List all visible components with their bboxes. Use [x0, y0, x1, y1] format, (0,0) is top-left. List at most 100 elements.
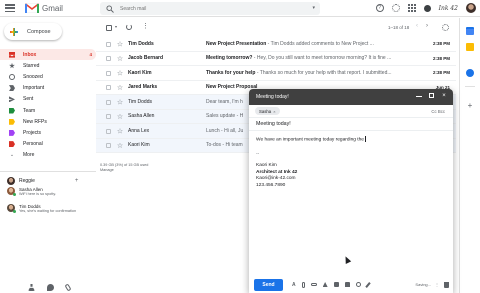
label-icon — [9, 141, 15, 148]
list-settings-gear-icon[interactable] — [442, 24, 449, 31]
table-row[interactable]: Tim Dodds New Project Presentation - Tim… — [96, 37, 456, 52]
avatar — [7, 176, 15, 185]
top-right-icons: ? Ink 42 — [375, 3, 476, 13]
discard-trash-icon[interactable] — [444, 282, 449, 288]
attach-icon[interactable] — [301, 281, 305, 288]
help-icon[interactable]: ? — [375, 4, 384, 12]
more-options-icon[interactable]: ⋮ — [142, 22, 149, 30]
row-checkbox[interactable] — [106, 56, 111, 61]
sidebar-item-snoozed[interactable]: Snoozed — [0, 71, 96, 82]
account-avatar[interactable] — [466, 3, 476, 13]
compose-header[interactable]: Meeting today! × — [249, 89, 453, 105]
sidebar-item-more[interactable]: ⌄ More — [0, 150, 96, 161]
sidebar-item-projects[interactable]: Projects — [0, 127, 96, 138]
compose-button[interactable]: Compose — [4, 23, 62, 40]
sidebar-item-label: New RFPs — [23, 118, 47, 125]
row-checkbox[interactable] — [106, 143, 111, 148]
star-icon[interactable] — [117, 99, 123, 105]
emoji-icon[interactable] — [355, 282, 361, 287]
sidebar-item-personal[interactable]: Personal — [0, 139, 96, 150]
star-icon[interactable] — [117, 85, 123, 91]
minimize-icon[interactable] — [416, 93, 422, 97]
text-cursor — [364, 136, 366, 142]
compose-window-controls: × — [416, 93, 447, 99]
notifications-icon[interactable] — [423, 4, 431, 12]
confidential-lock-icon[interactable] — [344, 282, 350, 287]
link-icon[interactable] — [310, 283, 317, 286]
tasks-icon[interactable] — [466, 69, 474, 77]
sidebar-item-new-rfps[interactable]: New RFPs — [0, 116, 96, 127]
compose-title: Meeting today! — [256, 94, 289, 100]
settings-gear-icon[interactable] — [391, 4, 400, 12]
sidebar-item-sent[interactable]: Sent — [0, 94, 96, 105]
phone-icon[interactable] — [64, 283, 72, 292]
sidebar-item-team[interactable]: Team — [0, 105, 96, 116]
chevron-right-icon[interactable]: › — [426, 23, 428, 29]
formatting-icon[interactable]: A — [292, 282, 296, 288]
hangouts-contact[interactable]: Sasha Allen WiFi here is so spotty. — [0, 187, 96, 203]
save-status: Saving... — [415, 282, 431, 287]
calendar-icon[interactable] — [466, 27, 474, 35]
subject-field[interactable]: Meeting today! — [249, 118, 453, 131]
signature-pen-icon[interactable] — [364, 281, 371, 288]
close-icon[interactable]: × — [441, 93, 447, 99]
sidebar-item-label: Projects — [23, 129, 42, 136]
chat-icon[interactable] — [47, 284, 54, 291]
email-subject: New Project Presentation — [206, 40, 267, 47]
add-contact-icon[interactable]: + — [75, 178, 79, 184]
search-bar[interactable]: ▾ — [100, 2, 320, 15]
email-snippet: - Tim Dodds added comments to New Projec… — [266, 40, 374, 47]
row-checkbox[interactable] — [106, 70, 111, 76]
chevron-left-icon[interactable]: ‹ — [416, 23, 418, 29]
table-row[interactable]: Jacob Bernard Meeting tomorrow? - Hey, D… — [96, 52, 456, 66]
remove-recipient-icon[interactable]: × — [273, 109, 275, 114]
manage-storage-link[interactable]: Manage — [100, 168, 148, 173]
refresh-icon[interactable] — [126, 24, 132, 30]
online-status-icon — [13, 193, 16, 196]
send-button[interactable]: Send — [254, 278, 283, 291]
search-icon[interactable] — [106, 4, 114, 13]
star-icon[interactable] — [117, 56, 123, 62]
row-checkbox[interactable] — [106, 85, 111, 90]
label-icon — [9, 129, 15, 136]
row-checkbox[interactable] — [106, 41, 111, 47]
star-icon[interactable] — [117, 70, 123, 76]
hangouts-contact[interactable]: Tim Dodds Yes, she's waiting for confirm… — [0, 204, 96, 220]
mouse-pointer-icon — [342, 255, 352, 264]
row-checkbox[interactable] — [106, 114, 111, 119]
add-addon-icon[interactable]: + — [466, 102, 474, 110]
table-row[interactable]: Kaori Kim Thanks for your help - Thanks … — [96, 66, 456, 81]
select-all-checkbox[interactable] — [106, 25, 112, 31]
more-options-icon[interactable]: ⋮ — [435, 282, 439, 287]
search-input[interactable] — [120, 5, 300, 12]
apps-grid-icon[interactable] — [407, 4, 416, 12]
recipient-chip[interactable]: Sasha × — [255, 107, 280, 115]
sidebar: Compose Inbox 4 Starred Snoozed Importan… — [0, 18, 96, 293]
person-icon[interactable] — [28, 284, 35, 291]
row-checkbox[interactable] — [106, 128, 111, 134]
star-icon[interactable] — [117, 114, 123, 120]
cc-bcc-link[interactable]: Cc Bcc — [431, 109, 445, 114]
expand-icon[interactable] — [429, 93, 434, 98]
star-icon[interactable] — [117, 143, 123, 149]
main-menu-icon[interactable] — [5, 4, 15, 12]
sidebar-item-starred[interactable]: Starred — [0, 60, 96, 71]
chevron-down-icon: ⌄ — [9, 152, 15, 159]
keep-icon[interactable] — [466, 43, 474, 51]
row-checkbox[interactable] — [106, 99, 111, 105]
message-body[interactable]: We have an important meeting today regar… — [249, 131, 453, 195]
email-subject: Thanks for your help — [206, 69, 256, 76]
drive-icon[interactable] — [322, 282, 328, 287]
photo-icon[interactable] — [333, 282, 339, 287]
sidebar-item-important[interactable]: Important — [0, 83, 96, 94]
search-options-icon[interactable]: ▾ — [312, 5, 315, 11]
sidebar-item-inbox[interactable]: Inbox 4 — [0, 49, 96, 61]
select-dropdown-icon[interactable]: ▾ — [115, 24, 117, 29]
gmail-logo[interactable]: Gmail — [25, 3, 63, 13]
star-icon[interactable] — [117, 41, 123, 47]
to-field[interactable]: Sasha × Cc Bcc — [249, 105, 453, 118]
star-icon[interactable] — [117, 128, 123, 134]
clock-icon — [9, 73, 15, 80]
hangouts-user[interactable]: Reggie + — [0, 175, 96, 186]
email-snippet: Sales update - H — [206, 113, 244, 120]
